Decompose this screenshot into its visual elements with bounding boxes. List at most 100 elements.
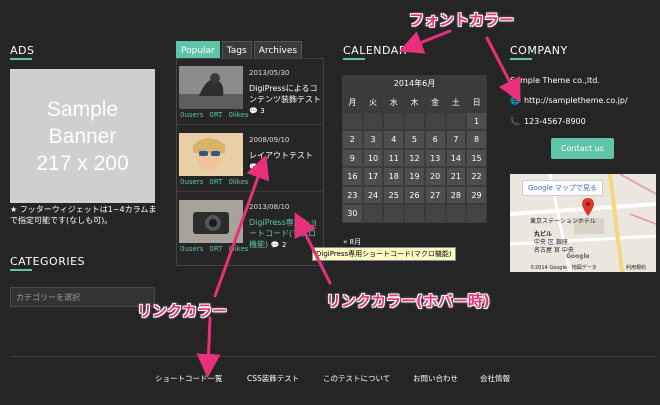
calendar-day: 10 [362,148,384,167]
company-url-line: 🌐 http://sampletheme.co.jp/ [510,96,628,105]
calendar-day: 7 [445,130,467,149]
calendar-day: 20 [424,167,446,186]
map-pin-icon[interactable] [582,198,594,216]
calendar-day: 8 [466,130,487,149]
calendar-weekday: 金 [424,93,446,112]
comment-count: 3 [260,107,265,115]
comment-icon: 💬 [270,241,280,249]
post-item: 2013/08/10 DigiPress専用ショートコード(マクロ機能) 💬 2… [177,193,323,259]
calendar-weekday: 土 [445,93,467,112]
calendar-weekday: 木 [404,93,425,112]
share-users[interactable]: 0users [180,111,203,119]
annotation-link-hover-color: リンクカラー(ホバー時) [326,292,490,310]
banner-line: 217 x 200 [36,151,129,175]
calendar-day: 26 [404,185,425,204]
calendar-weekday: 火 [362,93,384,112]
post-item: 2008/09/10 レイアウトテスト 💬 3 0users 0RT 0like… [177,126,323,192]
footer-link-css-test[interactable]: CSS装飾テスト [247,373,299,384]
footer-link-contact[interactable]: お問い合わせ [413,373,458,384]
post-share-counts: 0users 0RT 0likes [180,111,249,119]
calendar-empty-cell [404,111,425,130]
calendar-heading: CALENDAR [343,44,407,57]
calendar-day: 6 [424,130,446,149]
map-terms-link[interactable]: 利用規約 [626,264,646,271]
company-heading: COMPANY [510,44,568,57]
calendar-empty-cell [445,204,467,223]
calendar-day: 22 [466,167,487,186]
footer-link-shortcodes[interactable]: ショートコード一覧 [155,373,223,384]
share-likes[interactable]: 0likes [228,178,248,186]
calendar-day: 9 [342,148,363,167]
ads-heading: ADS [10,44,35,57]
category-select[interactable]: カテゴリーを選択 [10,287,155,307]
calendar-day: 28 [445,185,467,204]
share-rt[interactable]: 0RT [209,245,222,253]
categories-heading-rule [10,269,32,271]
calendar-day: 18 [383,167,405,186]
calendar-grid: 月火水木金土日 1 2 3 4 5 6 7 8 9 10 11 12 13 14 15 16 17 18 19 20 21… [342,93,487,223]
calendar-empty-cell [424,204,446,223]
categories-heading: CATEGORIES [10,255,86,268]
calendar-day: 21 [445,167,467,186]
post-item: 2013/05/30 DigiPressによるコンテンツ装飾テスト 💬 3 0u… [177,59,323,125]
annotation-font-color: フォントカラー [409,11,515,29]
calendar-heading-rule [343,58,365,60]
calendar-day: 13 [424,148,446,167]
post-title[interactable]: レイアウトテスト 💬 3 [249,150,321,173]
comment-count: 2 [281,241,287,249]
post-thumbnail[interactable] [179,133,243,176]
footer-link-about-test[interactable]: このテストについて [323,373,390,384]
calendar-day: 19 [404,167,425,186]
banner-line: Sample [46,97,119,121]
share-users[interactable]: 0users [180,245,203,253]
link-tooltip: DigiPress専用ショートコード(マクロ機能) [312,247,456,261]
share-likes[interactable]: 0likes [228,111,248,119]
contact-us-button[interactable]: Contact us [551,138,614,159]
share-rt[interactable]: 0RT [209,178,222,186]
calendar-empty-cell [466,204,487,223]
company-name: Sample Theme co.,ltd. [510,76,600,85]
post-date: 2013/05/30 [249,69,290,77]
post-title-hovered[interactable]: DigiPress専用ショートコード(マクロ機能) 💬 2 [249,217,321,251]
share-rt[interactable]: 0RT [209,111,222,119]
google-map[interactable]: Google マップで見る 東京ステーションホテル 丸ビル 中央 区 銀座 名古… [510,174,656,272]
post-thumbnail[interactable] [179,66,243,109]
comment-icon: 💬 [249,107,258,115]
post-title[interactable]: DigiPressによるコンテンツ装飾テスト 💬 3 [249,83,321,117]
banner-line: Banner [48,124,117,148]
company-phone: 123-4567-8900 [523,117,586,126]
open-google-maps-button[interactable]: Google マップで見る [522,180,603,196]
annotation-link-color: リンクカラー [137,302,228,320]
calendar-empty-cell [404,204,425,223]
post-thumbnail[interactable] [179,200,243,243]
ads-heading-rule [10,58,32,60]
sample-banner[interactable]: Sample Banner 217 x 200 [10,69,155,203]
calendar-day: 5 [404,130,425,149]
calendar-prev-link[interactable]: « 8月 [343,237,361,247]
calendar-day: 15 [466,148,487,167]
calendar-day: 1 [466,111,487,130]
calendar-day: 11 [383,148,405,167]
footer-link-company[interactable]: 会社情報 [480,373,510,384]
map-label: 東京ステーションホテル [530,218,596,225]
company-url[interactable]: http://sampletheme.co.jp/ [524,96,628,105]
map-copyright: ©2014 Google · 地図データ [530,265,597,271]
company-heading-rule [510,58,532,60]
share-users[interactable]: 0users [180,178,203,186]
calendar-day: 12 [404,148,425,167]
calendar-weekday: 月 [342,93,363,112]
calendar-day: 24 [362,185,384,204]
calendar-day: 4 [383,130,405,149]
comment-icon: 💬 [249,163,258,171]
calendar-empty-cell [383,204,405,223]
popular-posts-panel: 2013/05/30 DigiPressによるコンテンツ装飾テスト 💬 3 0u… [176,58,324,266]
post-title-text[interactable]: レイアウトテスト [249,151,313,160]
calendar-day: 30 [342,204,363,223]
calendar-empty-cell [383,111,405,130]
share-likes[interactable]: 0likes [228,245,248,253]
calendar-weekday: 日 [466,93,487,112]
calendar-day: 27 [424,185,446,204]
calendar-empty-cell [445,111,467,130]
calendar-day: 14 [445,148,467,167]
post-title-text[interactable]: DigiPressによるコンテンツ装飾テスト [249,84,321,104]
